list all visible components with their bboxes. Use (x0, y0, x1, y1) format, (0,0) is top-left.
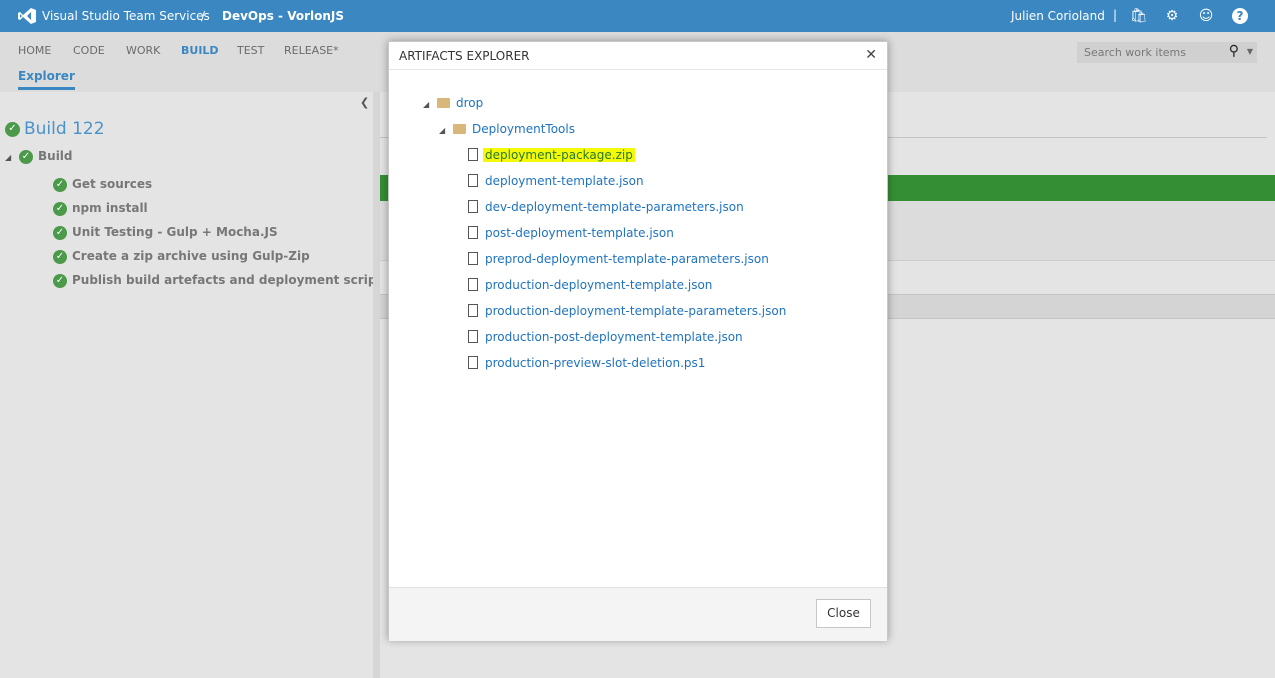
expand-triangle-icon[interactable]: ◢ (423, 100, 437, 109)
tab-code[interactable]: CODE (73, 44, 105, 57)
file-icon (468, 304, 478, 317)
tree-file[interactable]: production-preview-slot-deletion.ps1 (468, 356, 705, 370)
file-label: dev-deployment-template-parameters.json (485, 200, 744, 214)
file-icon (468, 200, 478, 213)
chevron-down-icon[interactable]: ▼ (1247, 47, 1253, 56)
dialog-title: ARTIFACTS EXPLORER (399, 49, 530, 63)
tab-release[interactable]: RELEASE* (284, 44, 339, 57)
step-label: Create a zip archive using Gulp-Zip (72, 249, 310, 263)
tab-build[interactable]: BUILD (181, 44, 219, 57)
search-placeholder: Search work items (1084, 46, 1186, 59)
success-check-icon: ✓ (53, 201, 67, 216)
build-node[interactable]: ◢ ✓ Build (5, 149, 73, 164)
panel-splitter[interactable] (373, 92, 380, 678)
file-label: production-deployment-template.json (485, 278, 713, 292)
subtab-explorer[interactable]: Explorer (18, 69, 75, 90)
build-step[interactable]: ✓ Publish build artefacts and deployment … (53, 273, 389, 288)
tree-folder-deploymenttools[interactable]: ◢ DeploymentTools (439, 122, 575, 136)
tree-file[interactable]: production-post-deployment-template.json (468, 330, 743, 344)
success-check-icon: ✓ (53, 273, 67, 288)
file-icon (468, 252, 478, 265)
tab-work[interactable]: WORK (126, 44, 160, 57)
file-icon (468, 226, 478, 239)
build-step[interactable]: ✓ Unit Testing - Gulp + Mocha.JS (53, 225, 278, 240)
file-label: deployment-template.json (485, 174, 644, 188)
file-label: production-deployment-template-parameter… (485, 304, 787, 318)
step-label: Unit Testing - Gulp + Mocha.JS (72, 225, 278, 239)
project-name[interactable]: DevOps - VorlonJS (222, 9, 344, 23)
success-check-icon: ✓ (53, 225, 67, 240)
tree-file[interactable]: deployment-package.zip (468, 148, 635, 162)
artifacts-explorer-dialog: ARTIFACTS EXPLORER ✕ ◢ drop ◢ DeploymentTo… (388, 41, 888, 641)
build-title[interactable]: ✓ Build 122 (5, 119, 105, 139)
tree-file[interactable]: production-deployment-template-parameter… (468, 304, 786, 318)
tree-folder-drop[interactable]: ◢ drop (423, 96, 483, 110)
build-step[interactable]: ✓ Get sources (53, 177, 152, 192)
top-bar: Visual Studio Team Services / DevOps - V… (0, 0, 1275, 32)
smiley-icon[interactable]: ☺ (1198, 8, 1214, 24)
file-label: production-post-deployment-template.json (485, 330, 743, 344)
expand-triangle-icon[interactable]: ◢ (439, 126, 453, 135)
tree-file[interactable]: preprod-deployment-template-parameters.j… (468, 252, 769, 266)
shopping-bag-icon[interactable]: 🛍 (1130, 8, 1148, 24)
file-icon (468, 330, 478, 343)
tree-file[interactable]: deployment-template.json (468, 174, 644, 188)
build-step[interactable]: ✓ npm install (53, 201, 148, 216)
visual-studio-logo-icon[interactable] (18, 8, 36, 24)
tree-file[interactable]: dev-deployment-template-parameters.json (468, 200, 744, 214)
breadcrumb-separator: / (201, 9, 206, 23)
step-label: npm install (72, 201, 148, 215)
success-check-icon: ✓ (19, 149, 33, 164)
divider: | (1113, 8, 1118, 22)
product-name[interactable]: Visual Studio Team Services (42, 9, 210, 23)
gear-icon[interactable]: ⚙ (1164, 8, 1180, 24)
file-icon (468, 148, 478, 161)
dialog-header: ARTIFACTS EXPLORER (389, 42, 887, 70)
tab-test[interactable]: TEST (237, 44, 264, 57)
tab-home[interactable]: HOME (18, 44, 51, 57)
file-icon (468, 356, 478, 369)
search-icon[interactable]: ⚲ (1229, 43, 1239, 59)
success-check-icon: ✓ (5, 121, 20, 137)
file-label: deployment-package.zip (483, 148, 635, 162)
build-title-text: Build 122 (24, 119, 105, 139)
folder-icon (437, 98, 450, 108)
collapse-panel-icon[interactable]: ❮ (360, 96, 369, 109)
dialog-footer: Close (389, 587, 887, 641)
file-label: post-deployment-template.json (485, 226, 674, 240)
build-step[interactable]: ✓ Create a zip archive using Gulp-Zip (53, 249, 310, 264)
file-label: preprod-deployment-template-parameters.j… (485, 252, 769, 266)
close-icon[interactable]: ✕ (865, 47, 877, 63)
step-label: Get sources (72, 177, 153, 191)
tree-file[interactable]: post-deployment-template.json (468, 226, 674, 240)
file-icon (468, 174, 478, 187)
expand-triangle-icon[interactable]: ◢ (5, 153, 19, 162)
success-check-icon: ✓ (53, 177, 67, 192)
build-node-label: Build (38, 149, 73, 163)
step-label: Publish build artefacts and deployment s… (72, 273, 390, 287)
success-check-icon: ✓ (53, 249, 67, 264)
close-button[interactable]: Close (816, 599, 871, 628)
folder-label: drop (456, 96, 484, 110)
help-icon[interactable]: ? (1232, 8, 1248, 24)
search-input[interactable]: Search work items ⚲ ▼ (1077, 42, 1257, 63)
folder-icon (453, 124, 466, 134)
folder-label: DeploymentTools (472, 122, 575, 136)
file-label: production-preview-slot-deletion.ps1 (485, 356, 706, 370)
tree-file[interactable]: production-deployment-template.json (468, 278, 712, 292)
file-icon (468, 278, 478, 291)
user-name[interactable]: Julien Corioland (1011, 9, 1105, 23)
